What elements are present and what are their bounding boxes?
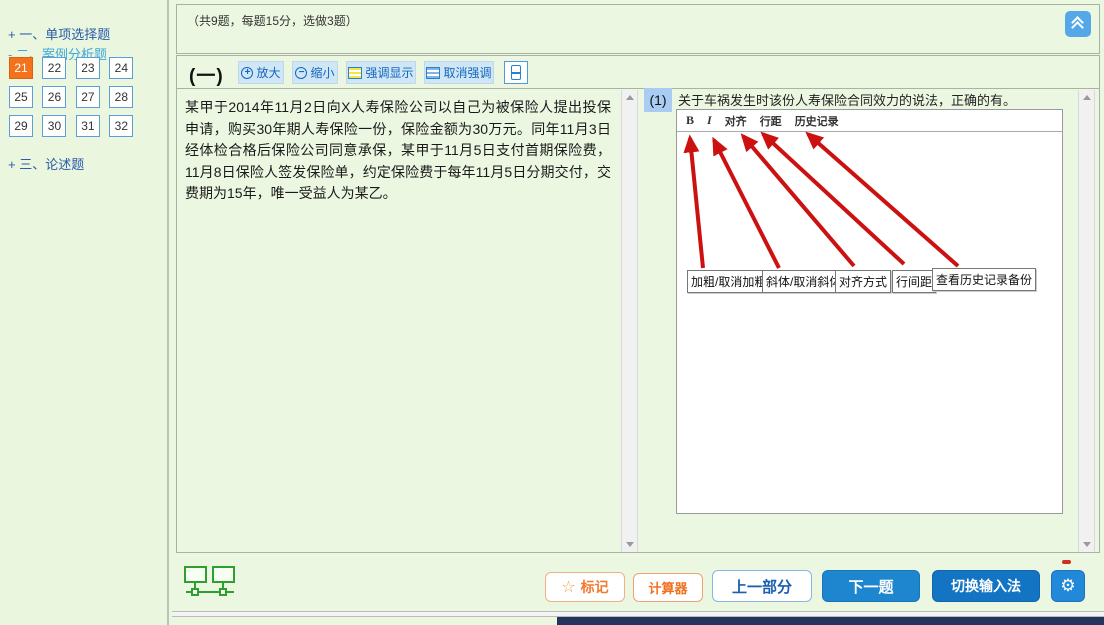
next-question-button[interactable]: 下一题	[822, 570, 920, 602]
mark-label: 标记	[581, 577, 609, 597]
figure-label-italic: 斜体/取消斜体	[762, 270, 845, 293]
figure-label-history: 查看历史记录备份	[932, 268, 1036, 291]
figure-italic-item: I	[707, 113, 712, 128]
question-button-31[interactable]: 31	[76, 115, 100, 137]
annotation-arrows	[677, 110, 1064, 515]
highlight-icon	[348, 67, 362, 79]
figure-label-bold: 加粗/取消加粗	[687, 270, 770, 293]
split-view-icon	[511, 65, 521, 80]
unhighlight-button[interactable]: 取消强调	[424, 61, 494, 84]
question-nav-sidebar: + 一、单项选择题 - 二、案例分析题 21 22 23 24 25 26 27…	[0, 0, 169, 625]
question-button-26[interactable]: 26	[42, 86, 66, 108]
sub-question-panel: (1) 关于车祸发生时该份人寿保险合同效力的说法，正确的有。 B I 对齐 行距…	[638, 90, 1078, 552]
question-button-29[interactable]: 29	[9, 115, 33, 137]
figure-label-linespacing: 行间距	[892, 270, 936, 293]
question-content-row: 某甲于2014年11月2日向X人寿保险公司以自己为被保险人提出投保申请，购买30…	[177, 90, 1099, 552]
highlight-label: 强调显示	[365, 64, 413, 81]
question-figure-image: B I 对齐 行距 历史记录	[676, 109, 1063, 514]
stem-scrollbar[interactable]	[621, 90, 638, 552]
section-info-bar: （共9题，每题15分，选做3题）	[176, 4, 1100, 54]
question-button-23[interactable]: 23	[76, 57, 100, 79]
gear-icon: ⚙	[1060, 576, 1075, 596]
figure-align-item: 对齐	[725, 113, 747, 129]
scroll-up-icon[interactable]	[626, 95, 634, 100]
zoom-in-label: 放大	[256, 64, 280, 81]
settings-button[interactable]: ⚙	[1051, 570, 1085, 602]
figure-history-item: 历史记录	[795, 113, 839, 129]
scroll-down-icon[interactable]	[1083, 542, 1091, 547]
zoom-out-label: 缩小	[310, 64, 334, 81]
calculator-button[interactable]: 计算器	[633, 573, 703, 602]
sidebar-item-essay[interactable]: + 三、论述题	[2, 150, 90, 177]
unhighlight-label: 取消强调	[443, 64, 491, 81]
sub-question-text: 关于车祸发生时该份人寿保险合同效力的说法，正确的有。	[678, 91, 1074, 110]
sub-question-number-badge: (1)	[644, 88, 672, 112]
question-button-32[interactable]: 32	[109, 115, 133, 137]
unhighlight-icon	[426, 67, 440, 79]
scroll-down-icon[interactable]	[626, 542, 634, 547]
section-info-text: （共9题，每题15分，选做3题）	[187, 12, 358, 29]
mark-button[interactable]: ☆ 标记	[545, 572, 625, 602]
zoom-in-button[interactable]: + 放大	[238, 61, 284, 84]
question-button-24[interactable]: 24	[109, 57, 133, 79]
question-panel: (一) + 放大 − 缩小 强调显示 取消强调 某甲于2014年11月2	[176, 55, 1100, 553]
highlight-button[interactable]: 强调显示	[346, 61, 416, 84]
split-view-button[interactable]	[504, 61, 528, 84]
figure-label-align: 对齐方式	[835, 270, 891, 293]
minus-circle-icon: −	[295, 67, 307, 79]
zoom-out-button[interactable]: − 缩小	[292, 61, 338, 84]
question-toolbar: (一) + 放大 − 缩小 强调显示 取消强调	[177, 56, 1099, 89]
question-button-22[interactable]: 22	[42, 57, 66, 79]
question-button-25[interactable]: 25	[9, 86, 33, 108]
sub-question-scrollbar[interactable]	[1078, 90, 1095, 552]
collapse-button[interactable]	[1065, 11, 1091, 37]
question-button-28[interactable]: 28	[109, 86, 133, 108]
network-computers-icon	[184, 566, 236, 605]
question-button-27[interactable]: 27	[76, 86, 100, 108]
previous-section-button[interactable]: 上一部分	[712, 570, 812, 602]
taskbar-strip	[557, 617, 1104, 625]
figure-editor-toolbar: B I 对齐 行距 历史记录	[677, 110, 1062, 132]
plus-circle-icon: +	[241, 67, 253, 79]
star-icon: ☆	[561, 577, 575, 597]
notification-dot	[1062, 560, 1071, 564]
sub-section-label: (一)	[189, 61, 224, 88]
switch-input-method-button[interactable]: 切换输入法	[932, 570, 1040, 602]
question-stem-panel: 某甲于2014年11月2日向X人寿保险公司以自己为被保险人提出投保申请，购买30…	[177, 90, 621, 552]
question-button-30[interactable]: 30	[42, 115, 66, 137]
figure-linespacing-item: 行距	[760, 113, 782, 129]
question-number-grid: 21 22 23 24 25 26 27 28 29 30 31 32	[9, 57, 161, 144]
question-button-21[interactable]: 21	[9, 57, 33, 79]
figure-bold-item: B	[686, 113, 694, 128]
exam-app: + 一、单项选择题 - 二、案例分析题 21 22 23 24 25 26 27…	[0, 0, 1104, 625]
scroll-up-icon[interactable]	[1083, 95, 1091, 100]
